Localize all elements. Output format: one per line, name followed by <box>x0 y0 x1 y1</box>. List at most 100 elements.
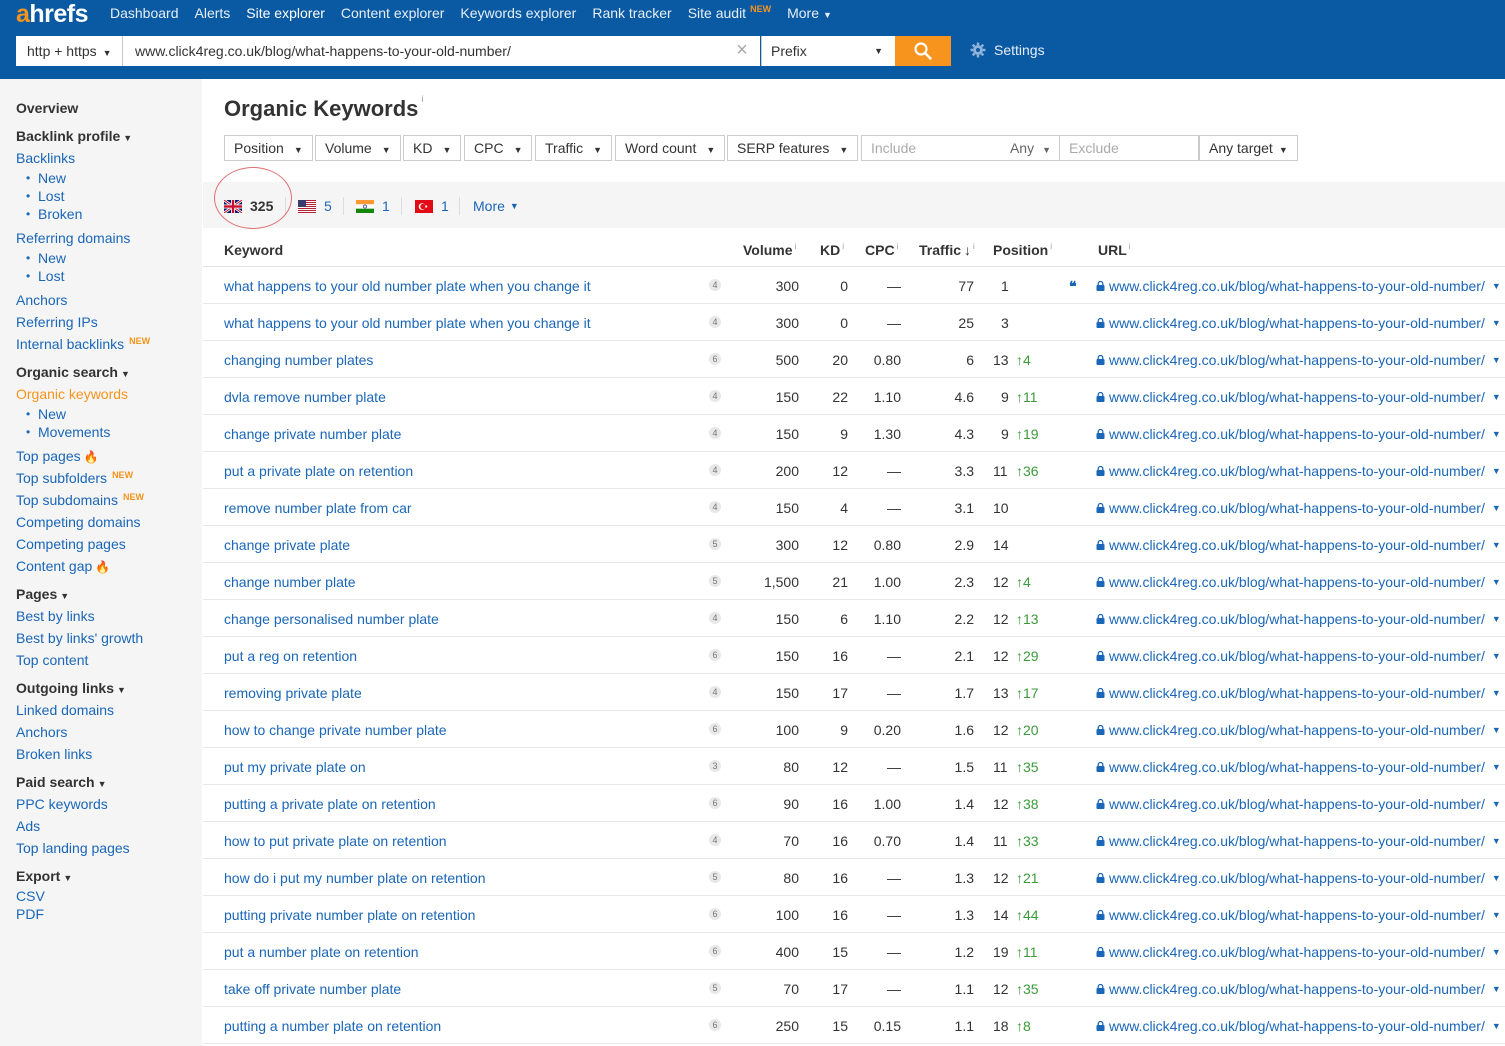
sidebar-item-pdf[interactable]: PDF <box>16 905 202 923</box>
sidebar-backlink-profile[interactable]: Backlink profile ▼ <box>16 125 202 147</box>
exclude-input[interactable]: Exclude <box>1059 135 1199 161</box>
chevron-down-icon[interactable]: ▼ <box>1492 688 1501 698</box>
sidebar-item-out-anchors[interactable]: Anchors <box>16 721 202 743</box>
countries-more[interactable]: More ▼ <box>473 198 519 214</box>
keyword-link[interactable]: change number plate <box>224 574 356 590</box>
clear-icon[interactable]: × <box>732 40 752 60</box>
filter-word-count[interactable]: Word count ▼ <box>615 135 726 161</box>
sidebar-paid-search[interactable]: Paid search ▼ <box>16 771 202 793</box>
keyword-link[interactable]: what happens to your old number plate wh… <box>224 315 591 331</box>
nav-item-more[interactable]: More ▼ <box>787 5 832 25</box>
keyword-link[interactable]: putting private number plate on retentio… <box>224 907 475 923</box>
url-link[interactable]: www.click4reg.co.uk/blog/what-happens-to… <box>1096 426 1501 442</box>
sidebar-item-referring-domains[interactable]: Referring domains <box>16 227 202 249</box>
sidebar-item-content-gap[interactable]: Content gap 🔥 <box>16 555 202 577</box>
sidebar-item-referring-ips[interactable]: Referring IPs <box>16 311 202 333</box>
sidebar-item-top-pages[interactable]: Top pages 🔥 <box>16 445 202 467</box>
include-input[interactable]: Include Any ▼ <box>861 135 1060 161</box>
nav-item-content-explorer[interactable]: Content explorer <box>341 5 445 25</box>
sidebar-item-anchors[interactable]: Anchors <box>16 289 202 311</box>
sidebar-item-backlinks[interactable]: Backlinks <box>16 147 202 169</box>
url-link[interactable]: www.click4reg.co.uk/blog/what-happens-to… <box>1096 722 1501 738</box>
keyword-link[interactable]: put a number plate on retention <box>224 944 419 960</box>
filter-kd[interactable]: KD ▼ <box>403 135 462 161</box>
filter-position[interactable]: Position ▼ <box>224 135 313 161</box>
url-link[interactable]: www.click4reg.co.uk/blog/what-happens-to… <box>1096 981 1501 997</box>
col-cpc[interactable]: CPC i <box>865 242 898 258</box>
target-url-input[interactable] <box>123 36 760 66</box>
keyword-link[interactable]: changing number plates <box>224 352 373 368</box>
chevron-down-icon[interactable]: ▼ <box>1492 466 1501 476</box>
keyword-link[interactable]: putting a number plate on retention <box>224 1018 441 1034</box>
country-tr[interactable]: 1 <box>415 198 449 214</box>
url-link[interactable]: www.click4reg.co.uk/blog/what-happens-to… <box>1096 537 1501 553</box>
keyword-link[interactable]: how to put private plate on retention <box>224 833 447 849</box>
keyword-link[interactable]: remove number plate from car <box>224 500 412 516</box>
keyword-link[interactable]: change private plate <box>224 537 350 553</box>
sidebar-item-top-landing-pages[interactable]: Top landing pages <box>16 837 202 859</box>
sidebar-item-top-subdomains[interactable]: Top subdomains NEW <box>16 489 202 511</box>
sidebar-item-top-subfolders[interactable]: Top subfolders NEW <box>16 467 202 489</box>
chevron-down-icon[interactable]: ▼ <box>1492 947 1501 957</box>
url-link[interactable]: www.click4reg.co.uk/blog/what-happens-to… <box>1096 759 1501 775</box>
chevron-down-icon[interactable]: ▼ <box>1492 762 1501 772</box>
ahrefs-logo[interactable]: ahrefs <box>16 0 89 29</box>
filter-serp-features[interactable]: SERP features ▼ <box>727 135 859 161</box>
url-link[interactable]: www.click4reg.co.uk/blog/what-happens-to… <box>1096 574 1501 590</box>
keyword-link[interactable]: put a reg on retention <box>224 648 357 664</box>
chevron-down-icon[interactable]: ▼ <box>1492 392 1501 402</box>
nav-item-dashboard[interactable]: Dashboard <box>110 5 179 25</box>
filter-any-target[interactable]: Any target ▼ <box>1199 135 1298 161</box>
keyword-link[interactable]: dvla remove number plate <box>224 389 386 405</box>
url-link[interactable]: www.click4reg.co.uk/blog/what-happens-to… <box>1096 833 1501 849</box>
url-link[interactable]: www.click4reg.co.uk/blog/what-happens-to… <box>1096 278 1501 294</box>
nav-item-keywords-explorer[interactable]: Keywords explorer <box>460 5 576 25</box>
sidebar-item-backlinks-broken[interactable]: Broken <box>16 205 202 223</box>
filter-traffic[interactable]: Traffic ▼ <box>535 135 613 161</box>
sidebar-item-linked-domains[interactable]: Linked domains <box>16 699 202 721</box>
url-link[interactable]: www.click4reg.co.uk/blog/what-happens-to… <box>1096 796 1501 812</box>
chevron-down-icon[interactable]: ▼ <box>1492 836 1501 846</box>
settings-button[interactable]: Settings <box>970 42 1045 58</box>
sidebar-overview[interactable]: Overview <box>16 97 202 119</box>
chevron-down-icon[interactable]: ▼ <box>1492 281 1501 291</box>
col-kd[interactable]: KD i <box>820 242 844 258</box>
url-link[interactable]: www.click4reg.co.uk/blog/what-happens-to… <box>1096 500 1501 516</box>
featured-snippet-icon[interactable]: ❝ <box>1069 278 1077 295</box>
country-in[interactable]: 1 <box>356 198 390 214</box>
col-traffic[interactable]: Traffic ↓ i <box>919 242 975 258</box>
url-link[interactable]: www.click4reg.co.uk/blog/what-happens-to… <box>1096 907 1501 923</box>
url-link[interactable]: www.click4reg.co.uk/blog/what-happens-to… <box>1096 685 1501 701</box>
chevron-down-icon[interactable]: ▼ <box>1492 910 1501 920</box>
chevron-down-icon[interactable]: ▼ <box>1492 614 1501 624</box>
url-link[interactable]: www.click4reg.co.uk/blog/what-happens-to… <box>1096 389 1501 405</box>
filter-volume[interactable]: Volume ▼ <box>315 135 401 161</box>
nav-item-rank-tracker[interactable]: Rank tracker <box>592 5 671 25</box>
search-button[interactable] <box>895 36 951 66</box>
sidebar-outgoing-links[interactable]: Outgoing links ▼ <box>16 677 202 699</box>
sidebar-organic-search[interactable]: Organic search ▼ <box>16 361 202 383</box>
chevron-down-icon[interactable]: ▼ <box>1492 318 1501 328</box>
sidebar-item-ads[interactable]: Ads <box>16 815 202 837</box>
chevron-down-icon[interactable]: ▼ <box>1492 984 1501 994</box>
info-icon[interactable]: i <box>421 94 423 104</box>
sidebar-pages[interactable]: Pages ▼ <box>16 583 202 605</box>
sidebar-export[interactable]: Export ▼ <box>16 865 202 887</box>
sidebar-item-best-by-links[interactable]: Best by links <box>16 605 202 627</box>
sidebar-item-csv[interactable]: CSV <box>16 887 202 905</box>
sidebar-item-organic-keywords[interactable]: Organic keywords <box>16 383 202 405</box>
chevron-down-icon[interactable]: ▼ <box>1492 651 1501 661</box>
chevron-down-icon[interactable]: ▼ <box>1492 503 1501 513</box>
mode-select[interactable]: Prefix ▼ <box>761 36 895 66</box>
nav-item-site-explorer[interactable]: Site explorer <box>246 5 325 25</box>
col-volume[interactable]: Volume i <box>743 242 796 258</box>
filter-cpc[interactable]: CPC ▼ <box>464 135 533 161</box>
chevron-down-icon[interactable]: ▼ <box>1492 799 1501 809</box>
include-any-select[interactable]: Any ▼ <box>1010 140 1051 156</box>
chevron-down-icon[interactable]: ▼ <box>1492 429 1501 439</box>
url-link[interactable]: www.click4reg.co.uk/blog/what-happens-to… <box>1096 648 1501 664</box>
url-link[interactable]: www.click4reg.co.uk/blog/what-happens-to… <box>1096 463 1501 479</box>
url-link[interactable]: www.click4reg.co.uk/blog/what-happens-to… <box>1096 1018 1501 1034</box>
sidebar-item-backlinks-lost[interactable]: Lost <box>16 187 202 205</box>
protocol-select[interactable]: http + https ▼ <box>16 36 123 66</box>
